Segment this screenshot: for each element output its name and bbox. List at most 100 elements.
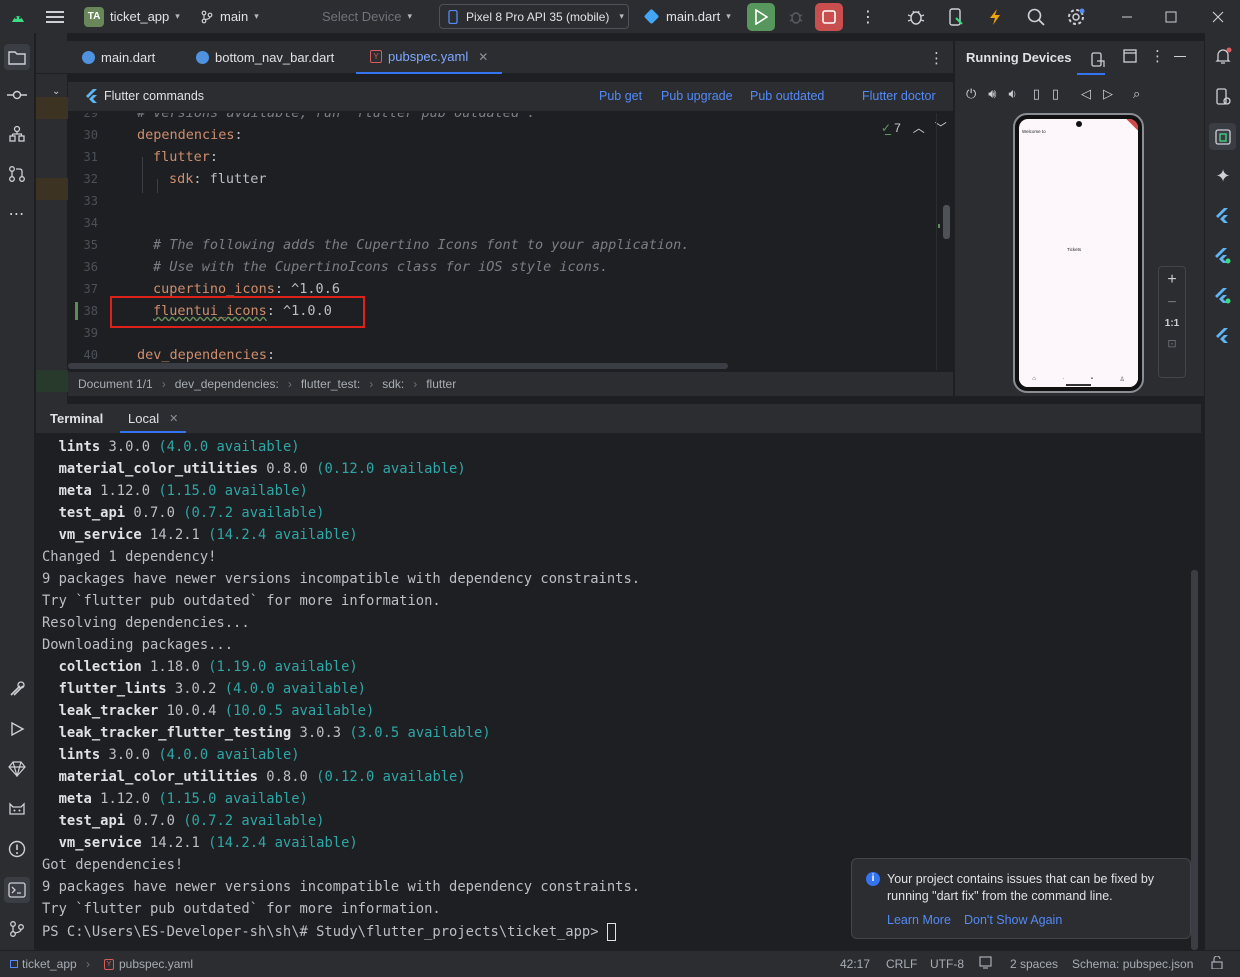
flutter-outline-icon[interactable] xyxy=(1212,205,1234,227)
status-project[interactable]: ticket_app xyxy=(10,957,77,971)
tab-main-dart[interactable]: main.dart xyxy=(82,41,155,74)
run-config-selector[interactable]: main.dart ▾ xyxy=(643,0,731,33)
line-separator[interactable]: CRLF xyxy=(886,957,917,971)
zoom-out-icon[interactable]: − xyxy=(1159,294,1185,312)
code-editor[interactable]: 29 30 31 32 33 34 35 36 37 38 39 40 # ve… xyxy=(68,113,953,370)
terminal-icon[interactable] xyxy=(4,877,30,903)
terminal-line: leak_tracker_flutter_testing 3.0.3 (3.0.… xyxy=(58,725,491,741)
more-tools-icon[interactable]: ⋯ xyxy=(6,203,28,225)
breadcrumb-item[interactable]: flutter xyxy=(426,377,456,391)
flutter-inspector-icon[interactable] xyxy=(6,678,28,700)
rotate-left-icon[interactable]: ▯ xyxy=(1033,86,1040,102)
problems-icon[interactable] xyxy=(6,838,28,860)
running-devices-icon[interactable] xyxy=(1209,123,1236,150)
cursor-position[interactable]: 42:17 xyxy=(840,957,870,971)
project-folder-icon[interactable] xyxy=(4,44,30,70)
breadcrumb-item[interactable]: flutter_test: xyxy=(301,377,360,391)
volume-down-icon[interactable]: 🔉︎ xyxy=(1009,86,1017,102)
close-window-icon[interactable] xyxy=(1212,0,1224,33)
json-schema[interactable]: Schema: pubspec.json xyxy=(1072,957,1193,971)
maximize-window-icon[interactable] xyxy=(1165,0,1177,33)
branch-selector[interactable]: main ▾ xyxy=(200,0,259,33)
code-line-40: dev_dependencies: xyxy=(137,347,276,363)
flutter-doctor-link[interactable]: Flutter doctor xyxy=(862,89,936,103)
tickets-nav-icon[interactable]: ▪ xyxy=(1091,376,1093,382)
device-dropdown[interactable]: Pixel 8 Pro API 35 (mobile) ▾ xyxy=(439,4,629,29)
volume-up-icon[interactable]: 🔊︎ xyxy=(988,86,996,102)
breadcrumb-item[interactable]: sdk: xyxy=(382,377,404,391)
close-tab-icon[interactable]: ✕ xyxy=(478,50,488,64)
close-tab-icon[interactable]: ✕ xyxy=(169,412,178,431)
flutter-deep-links-icon[interactable] xyxy=(1212,325,1234,347)
run-button[interactable] xyxy=(747,3,775,31)
rotate-right-icon[interactable]: ▯ xyxy=(1052,86,1059,102)
pub-upgrade-link[interactable]: Pub upgrade xyxy=(661,89,733,103)
profile-nav-icon[interactable]: ♙ xyxy=(1119,376,1124,383)
attach-debugger-icon[interactable] xyxy=(906,0,926,33)
minimize-panel-icon[interactable] xyxy=(1174,56,1186,57)
dart-icon xyxy=(643,8,660,25)
flutter-performance-icon[interactable] xyxy=(1212,245,1234,267)
version-control-icon[interactable] xyxy=(6,918,28,940)
main-menu-icon[interactable] xyxy=(46,0,64,33)
run-config-name: main.dart xyxy=(666,9,721,24)
back-icon[interactable]: ◁ xyxy=(1081,86,1091,102)
terminal-scrollbar[interactable] xyxy=(1191,570,1198,950)
settings-gear-icon[interactable] xyxy=(1066,0,1086,33)
line-number: 38 xyxy=(83,304,98,318)
device-manager-icon[interactable] xyxy=(948,0,964,33)
tab-bottom-nav-bar-dart[interactable]: bottom_nav_bar.dart xyxy=(196,41,334,74)
device-explorer-icon[interactable] xyxy=(1212,86,1234,108)
search-nav-icon[interactable]: · xyxy=(1062,376,1064,382)
logcat-icon[interactable] xyxy=(6,798,28,820)
indent-setting[interactable]: 2 spaces xyxy=(1010,957,1058,971)
chevron-up-icon[interactable]: ︿ xyxy=(913,119,925,136)
hot-reload-icon[interactable] xyxy=(988,0,1002,33)
chevron-down-icon[interactable]: ⌄ xyxy=(52,86,60,97)
tab-terminal-local[interactable]: Local ✕ xyxy=(120,404,187,433)
gemini-icon[interactable]: ✦ xyxy=(1212,165,1234,187)
horizontal-scrollbar[interactable] xyxy=(68,363,728,369)
project-selector[interactable]: TA ticket_app ▾ xyxy=(84,0,180,33)
zoom-fit-icon[interactable]: ⊡ xyxy=(1159,337,1185,350)
structure-icon[interactable] xyxy=(6,123,28,145)
run-panel-icon[interactable] xyxy=(6,718,28,740)
pub-get-link[interactable]: Pub get xyxy=(599,89,642,103)
select-device-dropdown[interactable]: Select Device ▾ xyxy=(322,0,412,33)
notifications-icon[interactable] xyxy=(1212,45,1234,67)
pull-requests-icon[interactable] xyxy=(6,163,28,185)
debug-button[interactable] xyxy=(788,0,804,33)
more-actions-icon[interactable]: ⋮ xyxy=(860,0,876,33)
home-icon[interactable]: ▷ xyxy=(1103,86,1113,102)
commit-icon[interactable] xyxy=(6,84,28,106)
learn-more-link[interactable]: Learn More xyxy=(887,913,951,927)
flutter-inspector-right-icon[interactable] xyxy=(1212,285,1234,307)
file-encoding[interactable]: UTF-8 xyxy=(930,957,964,971)
dont-show-again-link[interactable]: Don't Show Again xyxy=(964,913,1062,927)
breadcrumb-item[interactable]: Document 1/1 xyxy=(78,377,153,391)
status-file[interactable]: Y pubspec.yaml xyxy=(104,957,193,971)
vertical-scrollbar[interactable] xyxy=(943,205,950,239)
screenshot-icon[interactable]: ⌕ xyxy=(1133,86,1140,102)
device-tab[interactable] xyxy=(1077,47,1105,75)
zoom-actual-size[interactable]: 1:1 xyxy=(1159,318,1185,329)
window-layout-icon[interactable] xyxy=(1123,49,1137,63)
device-screen[interactable]: Welcome to Tickets ⌂ · ▪ ♙ xyxy=(1019,119,1138,387)
stop-button[interactable] xyxy=(815,3,843,31)
unlock-icon[interactable] xyxy=(1211,956,1223,969)
minimize-window-icon[interactable] xyxy=(1121,0,1133,33)
readonly-lock-icon[interactable] xyxy=(979,956,992,969)
search-icon[interactable] xyxy=(1027,0,1045,33)
breadcrumb-item[interactable]: dev_dependencies: xyxy=(175,377,279,391)
pub-outdated-link[interactable]: Pub outdated xyxy=(750,89,824,103)
android-studio-logo-icon[interactable] xyxy=(10,0,26,33)
zoom-in-icon[interactable]: + xyxy=(1159,271,1185,289)
panel-options-icon[interactable]: ⋮ xyxy=(1150,47,1165,65)
home-nav-icon[interactable]: ⌂ xyxy=(1032,376,1036,382)
tab-pubspec-yaml[interactable]: Y pubspec.yaml ✕ xyxy=(356,41,503,74)
power-icon[interactable]: ⏻ xyxy=(966,86,976,102)
change-marker xyxy=(36,97,68,119)
dart-devtools-icon[interactable] xyxy=(6,758,28,780)
center-text: Tickets xyxy=(1067,247,1082,252)
tab-options-icon[interactable]: ⋮ xyxy=(929,41,944,74)
